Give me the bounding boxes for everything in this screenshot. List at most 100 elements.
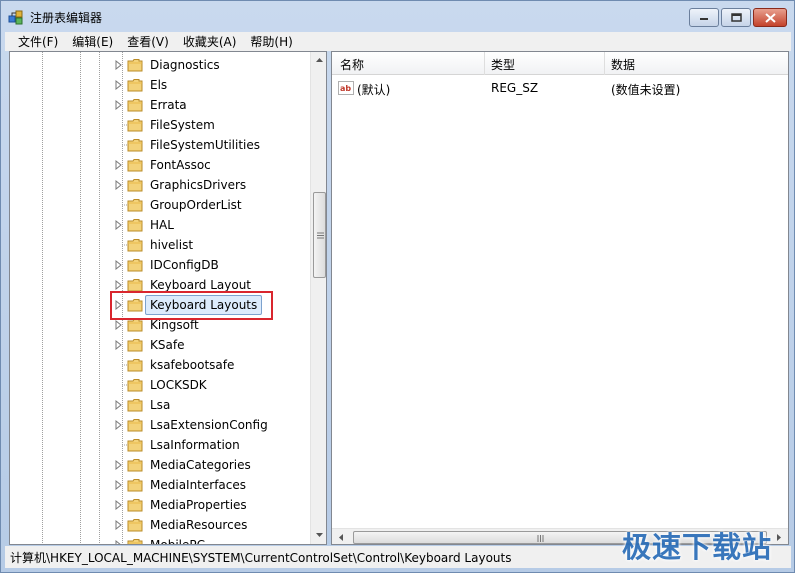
folder-icon [127, 439, 143, 452]
tree-item[interactable]: GraphicsDrivers [114, 175, 304, 195]
folder-icon [127, 219, 143, 232]
folder-icon [127, 119, 143, 132]
tree-item[interactable]: LsaExtensionConfig [114, 415, 304, 435]
expand-arrow-icon[interactable] [114, 80, 123, 90]
tree-item[interactable]: Diagnostics [114, 55, 304, 75]
tree-item[interactable]: Errata [114, 95, 304, 115]
column-divider[interactable] [604, 52, 605, 75]
column-header-data[interactable]: 数据 [611, 56, 635, 73]
value-type: REG_SZ [491, 81, 539, 95]
scroll-right-icon[interactable] [774, 533, 783, 542]
expand-arrow-icon[interactable] [114, 480, 123, 490]
tree-item[interactable]: GroupOrderList [114, 195, 304, 215]
value-row[interactable]: ab (默认) REG_SZ (数值未设置) [332, 78, 788, 98]
folder-icon [127, 319, 143, 332]
expand-arrow-icon[interactable] [114, 280, 123, 290]
tree-item[interactable]: FontAssoc [114, 155, 304, 175]
tree-item[interactable]: HAL [114, 215, 304, 235]
scroll-down-icon[interactable] [315, 530, 324, 539]
tree-item-label: Errata [150, 98, 187, 112]
maximize-button[interactable] [721, 8, 751, 27]
tree-item-label: Els [150, 78, 168, 92]
tree-item[interactable]: LOCKSDK [114, 375, 304, 395]
tree-item-label: MediaInterfaces [150, 478, 247, 492]
close-button[interactable] [753, 8, 787, 27]
tree-item[interactable]: LsaInformation [114, 435, 304, 455]
expand-arrow-icon[interactable] [114, 460, 123, 470]
folder-icon [127, 199, 143, 212]
registry-editor-window: 注册表编辑器 文件(F) 编辑(E) 查看(V) 收藏夹(A) 帮助(H) Di… [0, 0, 795, 573]
expand-arrow-icon[interactable] [114, 540, 123, 545]
tree-scroll-thumb[interactable] [313, 192, 326, 278]
folder-icon [127, 539, 143, 544]
tree-item[interactable]: MediaProperties [114, 495, 304, 515]
menu-view[interactable]: 查看(V) [120, 33, 176, 50]
menu-file[interactable]: 文件(F) [11, 33, 65, 50]
folder-icon [127, 419, 143, 432]
tree-item[interactable]: ksafebootsafe [114, 355, 304, 375]
folder-icon [127, 499, 143, 512]
tree-item[interactable]: KSafe [114, 335, 304, 355]
tree-item[interactable]: hivelist [114, 235, 304, 255]
tree-item[interactable]: FileSystemUtilities [114, 135, 304, 155]
tree-item[interactable]: IDConfigDB [114, 255, 304, 275]
expand-arrow-icon[interactable] [114, 260, 123, 270]
registry-values-list[interactable]: 名称 类型 数据 ab (默认) REG_SZ (数值未设置) [331, 51, 789, 545]
folder-icon [127, 359, 143, 372]
tree-vertical-scrollbar[interactable] [310, 52, 326, 544]
value-data: (数值未设置) [611, 83, 681, 97]
registry-editor-icon [8, 10, 23, 25]
expand-arrow-icon[interactable] [114, 100, 123, 110]
tree-item-label: FileSystem [150, 118, 215, 132]
registry-key-tree[interactable]: Diagnostics Els Errata FileSystem FileSystem… [9, 51, 327, 545]
tree-item-label: GraphicsDrivers [150, 178, 247, 192]
folder-icon [127, 99, 143, 112]
tree-item-label: MediaProperties [150, 498, 247, 512]
title-bar[interactable]: 注册表编辑器 [1, 1, 794, 32]
folder-icon [127, 479, 143, 492]
tree-item[interactable]: MediaCategories [114, 455, 304, 475]
tree-item-label: KSafe [150, 338, 185, 352]
tree-item[interactable]: FileSystem [114, 115, 304, 135]
scroll-up-icon[interactable] [315, 56, 324, 65]
expand-arrow-icon[interactable] [114, 160, 123, 170]
expand-arrow-icon[interactable] [114, 500, 123, 510]
expand-arrow-icon[interactable] [114, 60, 123, 70]
tree-item-label: Diagnostics [150, 58, 220, 72]
column-divider[interactable] [484, 52, 485, 75]
scroll-left-icon[interactable] [337, 533, 346, 542]
tree-item-label: IDConfigDB [150, 258, 219, 272]
menu-bar: 文件(F) 编辑(E) 查看(V) 收藏夹(A) 帮助(H) [5, 32, 791, 51]
value-name: (默认) [357, 83, 391, 97]
tree-item-label: MobilePC [150, 538, 205, 545]
tree-item-label: LOCKSDK [150, 378, 207, 392]
menu-help[interactable]: 帮助(H) [243, 33, 299, 50]
minimize-button[interactable] [689, 8, 719, 27]
tree-item-label: LsaExtensionConfig [150, 418, 268, 432]
expand-arrow-icon[interactable] [114, 320, 123, 330]
folder-icon [127, 239, 143, 252]
close-icon [764, 12, 776, 23]
menu-edit[interactable]: 编辑(E) [65, 33, 120, 50]
menu-favorites[interactable]: 收藏夹(A) [176, 33, 244, 50]
folder-icon [127, 519, 143, 532]
tree-item-label: GroupOrderList [150, 198, 242, 212]
column-header-type[interactable]: 类型 [491, 56, 515, 73]
tree-item[interactable]: MediaInterfaces [114, 475, 304, 495]
expand-arrow-icon[interactable] [114, 520, 123, 530]
tree-item[interactable]: Lsa [114, 395, 304, 415]
folder-icon [127, 279, 143, 292]
expand-arrow-icon[interactable] [114, 340, 123, 350]
expand-arrow-icon[interactable] [114, 220, 123, 230]
expand-arrow-icon[interactable] [114, 400, 123, 410]
tree-item[interactable]: Els [114, 75, 304, 95]
folder-icon [127, 379, 143, 392]
column-header-name[interactable]: 名称 [340, 56, 364, 73]
expand-arrow-icon[interactable] [114, 420, 123, 430]
tree-item[interactable]: MobilePC [114, 535, 304, 545]
tree-item-label: hivelist [150, 238, 194, 252]
expand-arrow-icon[interactable] [114, 180, 123, 190]
string-value-icon: ab [338, 81, 354, 95]
tree-item[interactable]: MediaResources [114, 515, 304, 535]
folder-icon [127, 259, 143, 272]
